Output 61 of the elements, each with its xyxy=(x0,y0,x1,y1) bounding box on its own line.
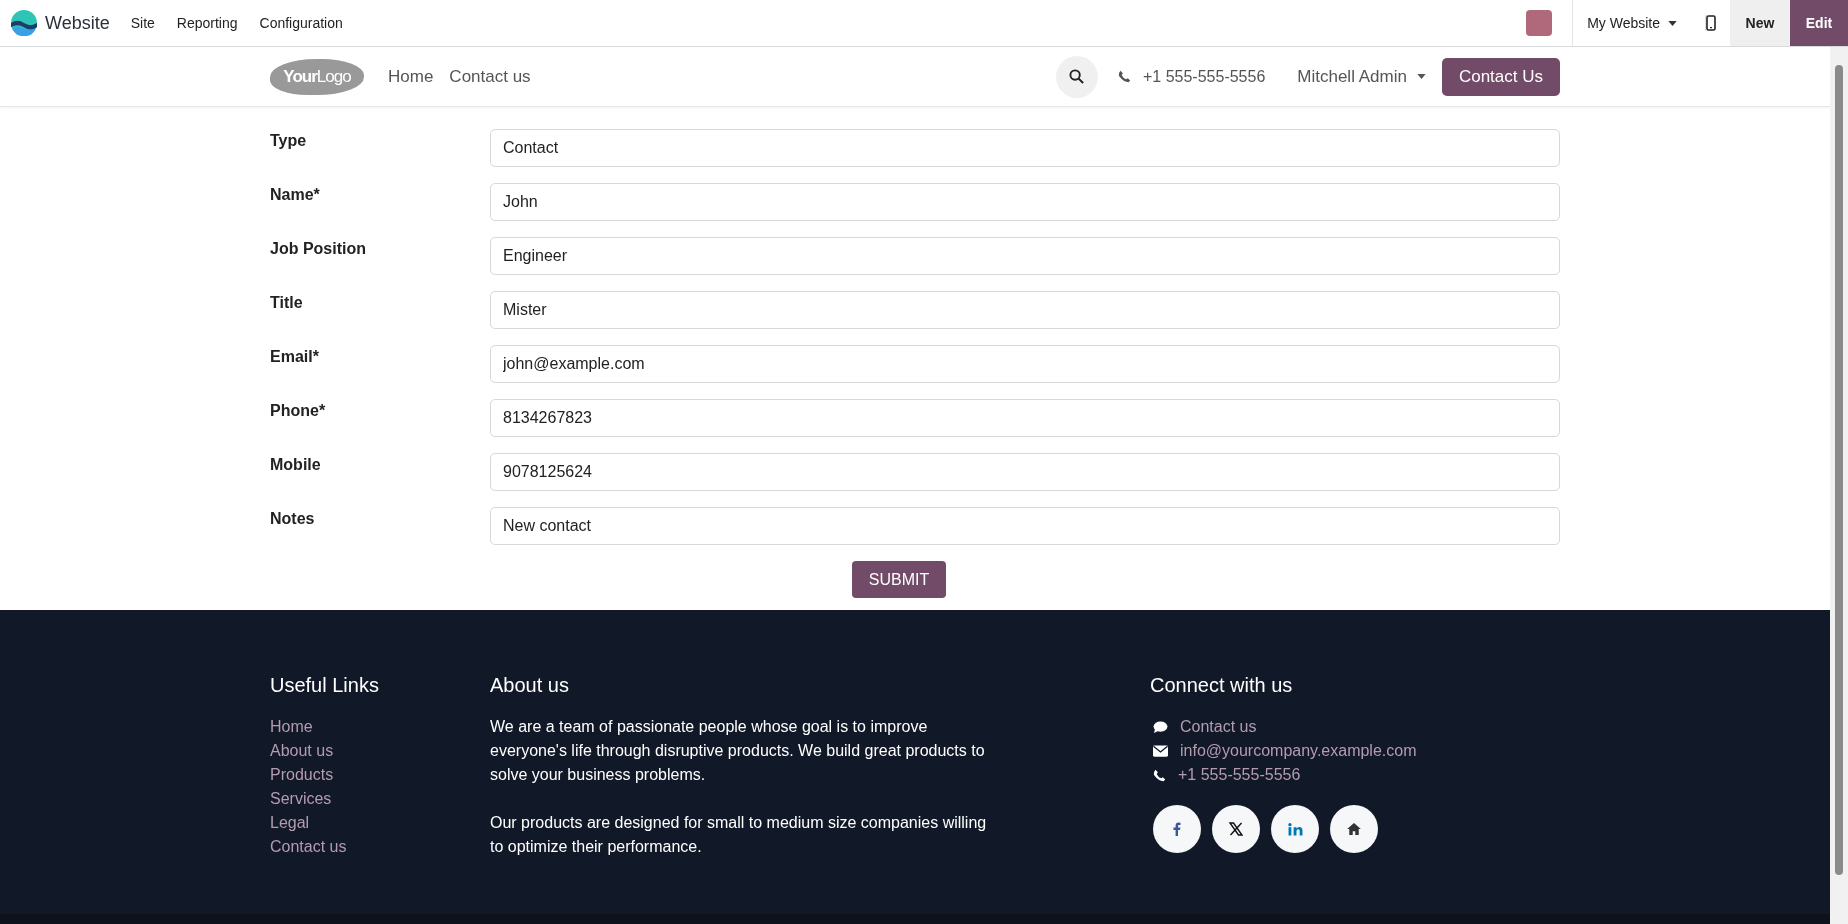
house-icon xyxy=(1347,823,1361,835)
footer-link[interactable]: Contact us xyxy=(270,835,490,859)
menu-item[interactable]: Reporting xyxy=(165,0,249,46)
mobile-preview-icon[interactable] xyxy=(1705,15,1716,31)
nav-link[interactable]: Home xyxy=(388,66,434,87)
field-label: Title xyxy=(270,293,304,312)
caret-icon xyxy=(1416,74,1426,79)
field-label: Name* xyxy=(270,185,321,204)
field-label: Email* xyxy=(270,347,320,366)
field-label: Mobile xyxy=(270,455,322,474)
footer-link[interactable]: Contact us xyxy=(1180,715,1257,739)
field-label: Phone* xyxy=(270,401,327,420)
menu-item[interactable]: Configuration xyxy=(248,0,354,46)
linkedin-icon xyxy=(1287,822,1303,836)
x-logo-icon xyxy=(1229,822,1243,836)
edit-button[interactable]: Edit xyxy=(1790,0,1848,46)
footer-link[interactable]: Home xyxy=(270,715,490,739)
about-paragraph: Our products are designed for small to medium size companies willing to optimize their performance. xyxy=(490,813,988,857)
caret-icon xyxy=(1668,20,1677,26)
contact-us-button[interactable]: Contact Us xyxy=(1441,57,1560,96)
footer-link[interactable]: Products xyxy=(270,763,490,787)
social-button[interactable] xyxy=(1153,805,1201,853)
social-button[interactable] xyxy=(1330,805,1378,853)
app-name[interactable]: Website xyxy=(45,12,110,34)
footer-link[interactable]: info@yourcompany.example.com xyxy=(1180,739,1417,763)
facebook-icon xyxy=(1173,822,1181,836)
about-paragraph: We are a team of passionate people whose goal is to improve everyone's life through disruptive products. We build great products to solve your business problems. xyxy=(490,717,986,785)
avatar-icon[interactable] xyxy=(1526,10,1553,36)
social-button[interactable] xyxy=(1212,805,1260,853)
search-icon xyxy=(1069,69,1085,84)
footer-link[interactable]: About us xyxy=(270,739,490,763)
input-field[interactable]: 9078125624 xyxy=(490,453,1560,491)
app-logo-icon[interactable] xyxy=(11,10,37,36)
footer-link[interactable]: Services xyxy=(270,787,490,811)
phone-icon xyxy=(1117,70,1131,83)
phone-number[interactable]: +1 555-555-5556 xyxy=(1142,67,1266,86)
envelope-icon xyxy=(1153,745,1168,757)
input-field[interactable]: Mister xyxy=(490,291,1560,329)
social-button[interactable] xyxy=(1271,805,1319,853)
input-field[interactable]: John xyxy=(490,183,1560,221)
phone-icon xyxy=(1153,768,1166,782)
field-label: Type xyxy=(270,131,308,150)
input-field[interactable]: Engineer xyxy=(490,237,1560,275)
footer-heading: Useful Links xyxy=(270,674,380,697)
scrollbar[interactable] xyxy=(1830,47,1848,924)
chat-bubble-icon xyxy=(1153,720,1168,734)
input-field[interactable]: 8134267823 xyxy=(490,399,1560,437)
footer-heading: Connect with us xyxy=(1150,674,1294,697)
input-field[interactable]: john@example.com xyxy=(490,345,1560,383)
field-label: Job Position xyxy=(270,239,367,258)
field-label: Notes xyxy=(270,509,316,528)
submit-button[interactable]: SUBMIT xyxy=(851,561,947,598)
input-field[interactable]: Contact xyxy=(490,129,1560,167)
nav-link[interactable]: Contact us xyxy=(449,66,531,87)
footer-heading: About us xyxy=(490,674,570,697)
new-button[interactable]: New xyxy=(1730,0,1790,46)
menu-item[interactable]: Site xyxy=(119,0,166,46)
footer-link[interactable]: +1 555-555-5556 xyxy=(1178,763,1301,787)
user-menu[interactable]: Mitchell Admin xyxy=(1297,66,1426,87)
footer-link[interactable]: Legal xyxy=(270,811,490,835)
input-field[interactable]: New contact xyxy=(490,507,1560,545)
